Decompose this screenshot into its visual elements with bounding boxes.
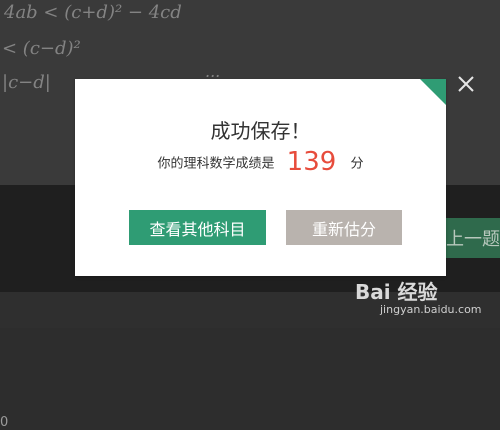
re-estimate-button[interactable]: 重新估分 — [286, 210, 402, 245]
math-line-2: < (c−d)² — [2, 38, 81, 59]
score-line: 你的理科数学成绩是 139 分 — [75, 147, 446, 177]
modal-title: 成功保存！ — [210, 119, 311, 143]
watermark-url: jingyan.baidu.com — [380, 303, 482, 316]
close-icon[interactable] — [455, 73, 477, 95]
watermark-brand: Bai 经验 — [355, 280, 438, 304]
math-line-3: |c−d| — [2, 72, 51, 93]
background-number: 0 — [0, 415, 9, 430]
score-value: 139 — [286, 147, 337, 177]
corner-fold-icon — [420, 79, 446, 105]
score-unit: 分 — [350, 156, 364, 172]
math-line-1: 4ab < (c+d)² − 4cd — [4, 2, 182, 23]
view-other-subjects-button[interactable]: 查看其他科目 — [129, 210, 266, 245]
save-success-modal: 成功保存！ 你的理科数学成绩是 139 分 查看其他科目 重新估分 — [75, 79, 446, 276]
score-label: 你的理科数学成绩是 — [157, 156, 275, 172]
previous-question-button[interactable]: 上一题 — [440, 218, 500, 258]
